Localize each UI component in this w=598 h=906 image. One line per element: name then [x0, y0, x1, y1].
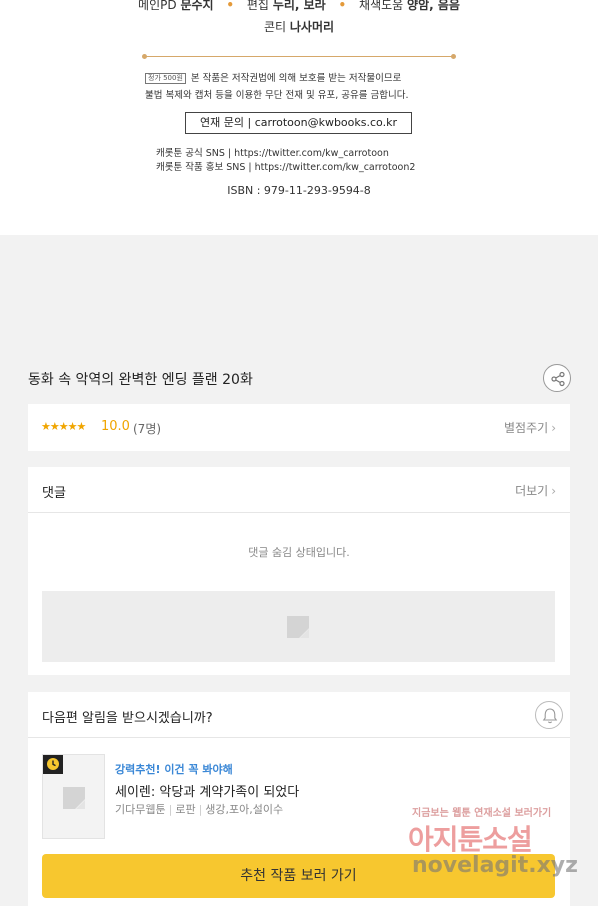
sns-line: 캐롯툰 공식 SNS | https://twitter.com/kw_carr…	[156, 148, 389, 159]
star-rating-icon: ★★★★★	[41, 420, 86, 433]
credits-page: 메인PD 문수지 • 편집 누리, 보라 • 채색도움 양암, 음음 콘티 나사…	[0, 0, 598, 235]
role-label: 채색도움	[359, 0, 404, 12]
role-name: 양암, 음음	[407, 0, 460, 12]
bullet-icon: •	[338, 0, 347, 12]
meta-genre: 로판	[175, 803, 196, 816]
rating-card: ★★★★★ 10.0 (7명) 별점주기 ›	[28, 404, 570, 451]
copyright-text: 불법 복제와 캡처 등을 이용한 무단 전재 및 유포, 공유를 금합니다.	[145, 90, 409, 101]
recommendation-title[interactable]: 세이렌: 악당과 계약가족이 되었다	[115, 781, 299, 800]
image-placeholder-icon	[63, 787, 85, 809]
contact-box: 연재 문의 | carrotoon@kwbooks.co.kr	[185, 112, 412, 134]
rating-score: 10.0	[101, 419, 130, 434]
role-name: 나사머리	[289, 20, 335, 34]
role-name: 누리, 보라	[272, 0, 326, 12]
episode-title: 동화 속 악역의 완벽한 엔딩 플랜 20화	[28, 372, 253, 388]
meta-authors: 생강,포아,설이수	[205, 803, 284, 816]
meta-category: 기다무웹툰	[115, 803, 166, 816]
credits-staff-line: 메인PD 문수지 • 편집 누리, 보라 • 채색도움 양암, 음음	[0, 0, 598, 13]
share-icon	[551, 371, 565, 387]
notification-header: 다음편 알림을 받으시겠습니까?	[28, 692, 570, 738]
bullet-icon: •	[226, 0, 235, 12]
rate-label: 별점주기	[504, 421, 549, 435]
rating-count: (7명)	[133, 422, 162, 436]
separator: |	[168, 803, 173, 816]
clock-icon	[47, 758, 59, 770]
notification-question: 다음편 알림을 받으시겠습니까?	[42, 711, 213, 726]
separator: |	[198, 803, 203, 816]
copyright-notice: 정가 500원 본 작품은 저작권법에 의해 보호를 받는 저작물이므로 불법 복…	[145, 70, 465, 104]
comments-title: 댓글	[42, 486, 66, 501]
copyright-text: 본 작품은 저작권법에 의해 보호를 받는 저작물이므로	[190, 73, 402, 84]
isbn: ISBN : 979-11-293-9594-8	[227, 184, 371, 197]
chevron-right-icon: ›	[551, 421, 556, 435]
comments-more-button[interactable]: 더보기 ›	[515, 482, 556, 499]
rate-button[interactable]: 별점주기 ›	[504, 419, 556, 436]
image-placeholder-icon	[287, 616, 309, 638]
chevron-right-icon: ›	[551, 484, 556, 498]
sns-line: 캐롯툰 작품 홍보 SNS | https://twitter.com/kw_c…	[156, 162, 416, 173]
price-tag: 정가 500원	[145, 73, 186, 84]
divider	[142, 54, 456, 59]
sns-info: 캐롯툰 공식 SNS | https://twitter.com/kw_carr…	[156, 147, 415, 175]
role-name: 문수지	[180, 0, 214, 12]
wait-free-badge	[43, 755, 63, 774]
role-label: 편집	[246, 0, 269, 12]
role-label: 메인PD	[138, 0, 177, 12]
role-label: 콘티	[263, 20, 287, 34]
bell-icon	[542, 708, 558, 724]
recommendation-meta: 기다무웹툰 | 로판 | 생강,포아,설이수	[115, 801, 283, 817]
credits-conti-line: 콘티 나사머리	[0, 18, 598, 35]
recommendation-tag: 강력추천! 이건 꼭 봐야해	[115, 763, 233, 776]
notification-card: 다음편 알림을 받으시겠습니까? 강력추천! 이건 꼭 봐야해 세이렌: 악당과…	[28, 692, 570, 906]
comments-hidden-message: 댓글 숨김 상태입니다.	[248, 546, 350, 559]
ad-placeholder[interactable]	[42, 591, 555, 662]
notification-bell-button[interactable]	[535, 701, 563, 729]
share-button[interactable]	[543, 364, 571, 392]
comments-header: 댓글 더보기 ›	[28, 467, 570, 513]
recommendation-thumbnail[interactable]	[42, 754, 105, 839]
view-recommendation-button[interactable]: 추천 작품 보러 가기	[42, 854, 555, 898]
comments-card: 댓글 더보기 › 댓글 숨김 상태입니다.	[28, 467, 570, 675]
more-label: 더보기	[515, 484, 549, 498]
